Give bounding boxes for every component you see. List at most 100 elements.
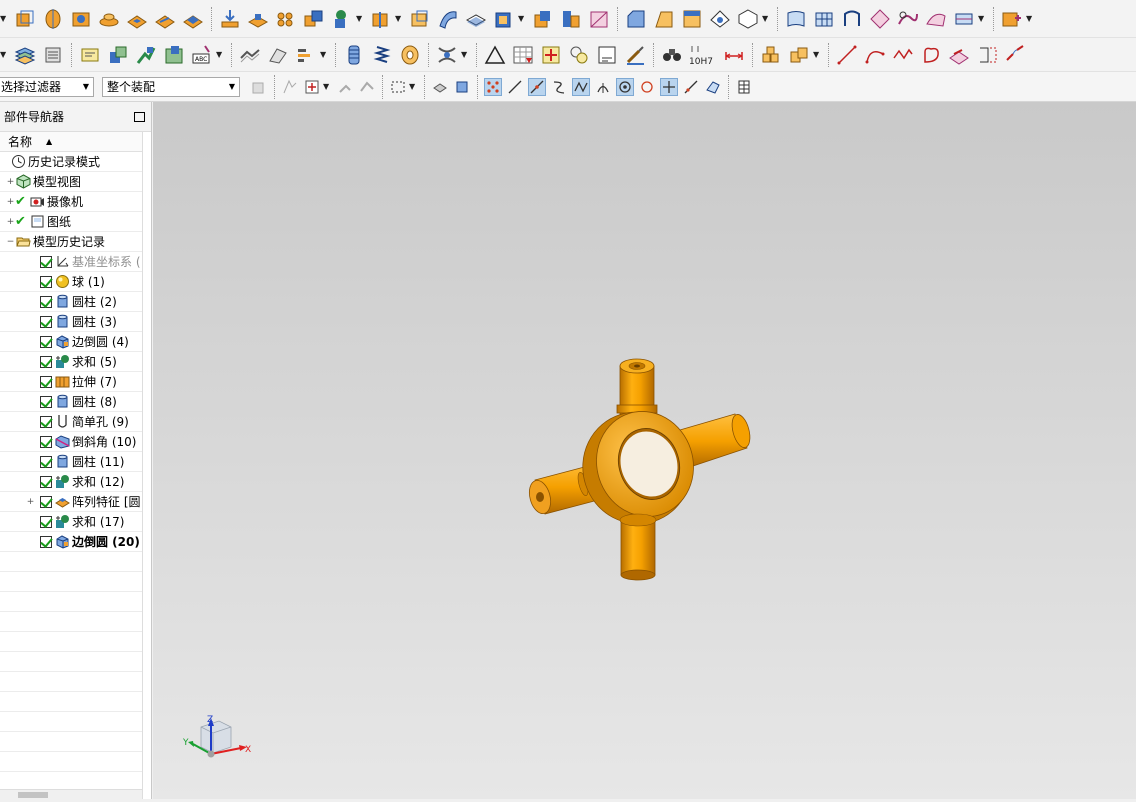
chevron-down-icon[interactable]: ▼ [320,50,328,59]
snap-quadrant-icon[interactable] [638,78,656,96]
expand-icon[interactable]: + [6,217,15,227]
attribute-icon[interactable] [294,43,318,67]
collapse-icon[interactable]: − [6,237,15,247]
surface-offset-icon[interactable] [238,43,262,67]
snap-bounded-grid-icon[interactable] [704,78,722,96]
hole-icon[interactable] [69,7,93,31]
replace-face-icon[interactable] [559,7,583,31]
visible-check-icon[interactable]: ✔ [15,214,29,229]
tree-item-feature[interactable]: 基准坐标系 ( [0,252,142,272]
chevron-down-icon[interactable]: ▼ [409,82,417,91]
feature-checkbox[interactable] [40,395,52,408]
tree-item-cameras[interactable]: + ✔ 摄像机 [0,192,142,212]
line-icon[interactable] [835,43,859,67]
dimple-icon[interactable] [274,7,298,31]
arc-icon[interactable] [863,43,887,67]
table-icon[interactable] [511,43,535,67]
add-component-icon[interactable] [1000,7,1024,31]
feature-checkbox[interactable] [40,315,52,328]
snap-control-point-icon[interactable] [550,78,568,96]
offset-face-icon[interactable] [531,7,555,31]
tree-item-feature[interactable]: 球 (1) [0,272,142,292]
tree-item-drawings[interactable]: + ✔ 图纸 [0,212,142,232]
chevron-down-icon[interactable]: ▼ [518,14,526,23]
expand-icon[interactable]: + [26,497,35,507]
datum-feature-icon[interactable] [539,43,563,67]
feature-checkbox[interactable] [40,375,52,388]
feature-checkbox[interactable] [40,515,52,528]
snap-arc-center-icon[interactable] [594,78,612,96]
studio-surface-icon[interactable] [784,7,808,31]
tree-item-feature[interactable]: + 阵列特征 [圆 [0,492,142,512]
chevron-down-icon[interactable]: ▼ [216,50,224,59]
sheet-sweep-icon[interactable] [436,7,460,31]
spring-icon[interactable] [370,43,394,67]
triangle-icon[interactable] [483,43,507,67]
horizontal-scrollbar[interactable] [0,789,142,799]
select-face-icon[interactable] [453,78,471,96]
chevron-down-icon[interactable]: ▼ [395,14,403,23]
assembly-explode-icon[interactable] [759,43,783,67]
split-body-icon[interactable] [408,7,432,31]
feature-checkbox[interactable] [40,335,52,348]
centerline-icon[interactable] [567,43,591,67]
wrap-geometry-icon[interactable] [266,43,290,67]
tree-item-feature[interactable]: 边倒圆 (4) [0,332,142,352]
chevron-down-icon[interactable]: ▼ [356,14,364,23]
revolve-icon[interactable] [41,7,65,31]
select-feature-icon[interactable] [281,78,299,96]
through-curves-icon[interactable] [812,7,836,31]
tree-item-feature[interactable]: 圆柱 (3) [0,312,142,332]
wave-link-icon[interactable] [106,43,130,67]
type-filter-icon[interactable] [303,78,321,96]
draft-body-icon[interactable] [736,7,760,31]
chevron-down-icon[interactable]: ▼ [461,50,469,59]
thread-icon[interactable] [342,43,366,67]
feature-checkbox[interactable] [40,275,52,288]
snap-point-on-curve-icon[interactable] [660,77,678,96]
thicken-icon[interactable] [464,7,488,31]
draft-icon[interactable] [652,7,676,31]
pattern-toolbar-icon[interactable] [680,7,704,31]
bridge-surface-icon[interactable] [896,7,920,31]
trimmed-sheet-icon[interactable] [924,7,948,31]
chevron-down-icon[interactable]: ▼ [0,50,8,59]
cable-icon[interactable] [435,43,459,67]
chamfer-toolbar-icon[interactable] [624,7,648,31]
studio-spline-icon[interactable] [891,43,915,67]
tree-item-history-mode[interactable]: 历史记录模式 [0,152,142,172]
cross-shaft-model[interactable] [526,358,753,581]
shell-icon[interactable] [492,7,516,31]
drawing-sheet-toolbar-icon[interactable] [595,43,619,67]
feature-checkbox[interactable] [40,475,52,488]
bridge-curve-icon[interactable] [1003,43,1027,67]
pocket-icon[interactable] [125,7,149,31]
pad-icon[interactable] [181,7,205,31]
tree-item-feature[interactable]: 求和 (17) [0,512,142,532]
dimension-icon[interactable] [722,43,746,67]
snap-center-icon[interactable] [616,77,634,96]
groove-icon[interactable] [153,7,177,31]
feature-checkbox[interactable] [40,295,52,308]
face-blend-icon[interactable] [708,7,732,31]
project-curve-icon[interactable] [947,43,971,67]
tree-item-feature[interactable]: 拉伸 (7) [0,372,142,392]
selection-filter-dropdown[interactable]: 选择过滤器 ▼ [0,76,94,97]
move-component-icon[interactable] [162,43,186,67]
brush-icon[interactable] [623,43,647,67]
n-sided-surface-icon[interactable] [868,7,892,31]
feature-checkbox[interactable] [40,415,52,428]
visible-check-icon[interactable]: ✔ [15,194,29,209]
sew-icon[interactable] [952,7,976,31]
combine-icon[interactable] [302,7,326,31]
tree-item-feature[interactable]: 圆柱 (8) [0,392,142,412]
move-to-layer-icon[interactable] [41,43,65,67]
snap-intersection-icon[interactable] [572,77,590,96]
offset-curve-icon[interactable] [975,43,999,67]
grid-icon[interactable] [735,78,753,96]
restore-window-icon[interactable] [134,111,145,122]
snap-mid-point-icon[interactable] [528,77,546,96]
feature-checkbox[interactable] [40,355,52,368]
snap-point-on-surface-icon[interactable] [682,78,700,96]
chevron-down-icon[interactable]: ▼ [0,14,8,23]
